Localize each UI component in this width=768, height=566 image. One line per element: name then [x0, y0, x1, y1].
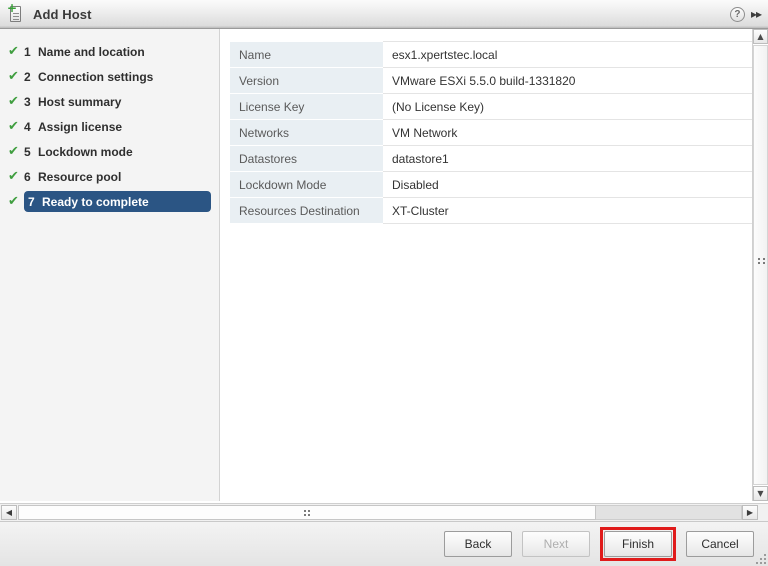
row-value: VM Network	[383, 119, 752, 146]
sidebar-step-5[interactable]: ✔ 5 Lockdown mode	[4, 139, 215, 164]
step-label: Resource pool	[38, 169, 122, 184]
sidebar-step-7[interactable]: ✔ 7 Ready to complete	[4, 189, 215, 214]
sidebar-step-3[interactable]: ✔ 3 Host summary	[4, 89, 215, 114]
step-number: 3	[24, 94, 31, 109]
row-value: (No License Key)	[383, 93, 752, 120]
sidebar-step-1[interactable]: ✔ 1 Name and location	[4, 39, 215, 64]
scroll-grip-icon	[758, 258, 765, 267]
check-icon: ✔	[8, 143, 19, 159]
check-icon: ✔	[8, 93, 19, 109]
window-title: Add Host	[33, 6, 92, 22]
row-value: datastore1	[383, 145, 752, 172]
back-button[interactable]: Back	[444, 531, 512, 557]
ready-to-complete-panel: Name esx1.xpertstec.local Version VMware…	[221, 29, 752, 501]
step-number: 7	[28, 194, 35, 209]
sidebar-step-4[interactable]: ✔ 4 Assign license	[4, 114, 215, 139]
row-label: Lockdown Mode	[230, 171, 383, 198]
step-label: Connection settings	[38, 69, 154, 84]
check-icon: ✔	[8, 118, 19, 134]
footer-button-bar: Back Next Finish Cancel	[0, 521, 768, 566]
row-value: esx1.xpertstec.local	[383, 41, 752, 68]
horizontal-scroll-thumb[interactable]	[18, 505, 596, 520]
scroll-right-icon[interactable]: ▶	[742, 505, 758, 520]
row-label: Name	[230, 41, 383, 68]
scroll-down-icon[interactable]: ▼	[753, 486, 768, 501]
finish-button[interactable]: Finish	[604, 531, 672, 557]
row-value: VMware ESXi 5.5.0 build-1331820	[383, 67, 752, 94]
title-bar-controls: ? ▸▸	[729, 6, 768, 22]
summary-table: Name esx1.xpertstec.local Version VMware…	[230, 41, 752, 224]
step-number: 2	[24, 69, 31, 84]
row-value: Disabled	[383, 171, 752, 198]
check-icon: ✔	[8, 68, 19, 84]
horizontal-scroll-track[interactable]	[596, 505, 742, 520]
step-number: 5	[24, 144, 31, 159]
next-button: Next	[522, 531, 590, 557]
scroll-left-icon[interactable]: ◀	[1, 505, 17, 520]
table-row: Datastores datastore1	[230, 145, 752, 172]
help-icon[interactable]: ?	[729, 6, 745, 22]
step-label: Assign license	[38, 119, 123, 134]
horizontal-scrollbar[interactable]: ◀ ▶	[0, 503, 768, 521]
sidebar-step-2[interactable]: ✔ 2 Connection settings	[4, 64, 215, 89]
check-icon: ✔	[8, 168, 19, 184]
scroll-up-icon[interactable]: ▲	[753, 29, 768, 44]
finish-button-highlight: Finish	[600, 527, 676, 561]
step-label: Name and location	[38, 44, 145, 59]
step-number: 6	[24, 169, 31, 184]
table-row: Version VMware ESXi 5.5.0 build-1331820	[230, 67, 752, 94]
row-label: License Key	[230, 93, 383, 120]
row-value: XT-Cluster	[383, 197, 752, 224]
row-label: Datastores	[230, 145, 383, 172]
table-row: Resources Destination XT-Cluster	[230, 197, 752, 224]
step-label: Lockdown mode	[38, 144, 133, 159]
add-host-icon: +	[7, 2, 25, 24]
resize-grip-icon[interactable]	[753, 551, 766, 564]
double-chevron-right-icon[interactable]: ▸▸	[751, 7, 763, 21]
step-number: 1	[24, 44, 31, 59]
table-row: Name esx1.xpertstec.local	[230, 41, 752, 68]
sidebar-step-6[interactable]: ✔ 6 Resource pool	[4, 164, 215, 189]
scroll-grip-icon	[304, 510, 311, 518]
row-label: Networks	[230, 119, 383, 146]
step-number: 4	[24, 119, 31, 134]
vertical-scrollbar[interactable]: ▲ ▼	[752, 29, 768, 501]
step-label: Ready to complete	[42, 194, 149, 209]
row-label: Resources Destination	[230, 197, 383, 224]
table-row: Lockdown Mode Disabled	[230, 171, 752, 198]
vertical-scroll-track[interactable]	[753, 45, 768, 485]
wizard-step-sidebar: ✔ 1 Name and location ✔ 2 Connection set…	[0, 29, 220, 501]
title-bar: + Add Host ? ▸▸	[0, 0, 768, 29]
row-label: Version	[230, 67, 383, 94]
table-row: Networks VM Network	[230, 119, 752, 146]
cancel-button[interactable]: Cancel	[686, 531, 754, 557]
step-label: Host summary	[38, 94, 122, 109]
check-icon: ✔	[8, 43, 19, 59]
table-row: License Key (No License Key)	[230, 93, 752, 120]
add-host-wizard-window: + Add Host ? ▸▸ ✔ 1 Name and location ✔ …	[0, 0, 768, 566]
vertical-scroll-thumb[interactable]	[753, 45, 768, 485]
check-icon: ✔	[8, 193, 19, 209]
